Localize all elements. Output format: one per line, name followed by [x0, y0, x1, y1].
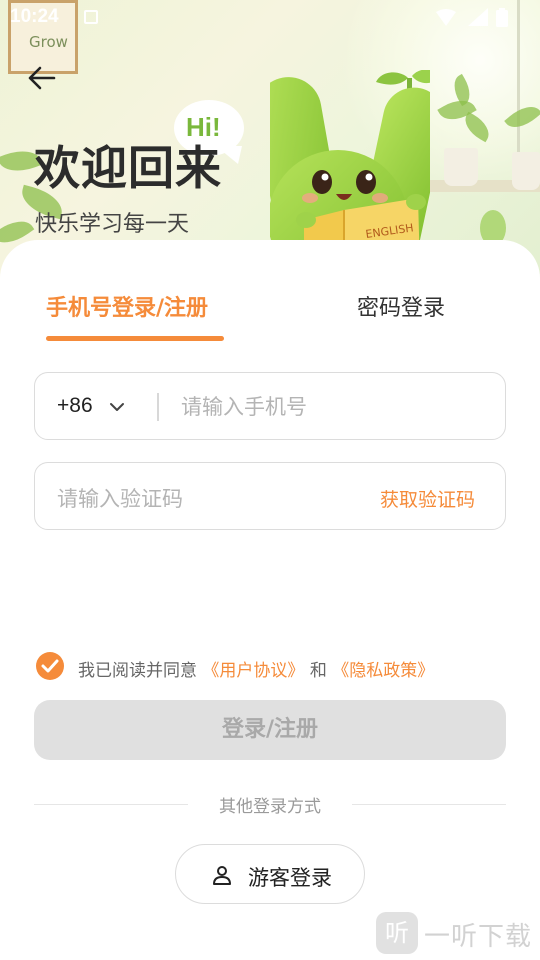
active-tab-indicator — [46, 336, 224, 341]
arrow-left-icon — [28, 66, 56, 90]
status-time: 10:24 — [10, 6, 59, 27]
status-icons — [436, 8, 508, 27]
back-button[interactable] — [24, 60, 60, 96]
agreement-prefix: 我已阅读并同意 — [78, 661, 197, 681]
get-code-button[interactable]: 获取验证码 — [380, 485, 475, 512]
watermark: 听 一听下载 — [376, 910, 536, 956]
login-register-button[interactable]: 登录/注册 — [34, 700, 506, 760]
field-divider — [157, 393, 159, 421]
status-bar: 10:24 — [0, 0, 540, 36]
welcome-subtitle: 快乐学习每一天 — [35, 212, 190, 237]
plant-pot — [512, 152, 540, 190]
guest-login-button[interactable]: 游客登录 — [175, 844, 365, 904]
phone-input[interactable] — [181, 391, 481, 423]
agreement-checkbox[interactable] — [36, 652, 64, 680]
tab-phone-login[interactable]: 手机号登录/注册 — [46, 290, 208, 322]
plant-pot — [444, 148, 478, 186]
verification-code-field: 获取验证码 — [34, 462, 506, 530]
login-card: 手机号登录/注册 密码登录 +86 获取验证码 我已阅读并同意 《用户协议》 和… — [0, 240, 540, 960]
person-icon — [213, 866, 231, 885]
privacy-policy-link[interactable]: 《隐私政策》 — [332, 661, 434, 681]
other-login-divider: 其他登录方式 — [34, 792, 506, 817]
chevron-down-icon[interactable] — [109, 399, 125, 415]
verification-code-input[interactable] — [57, 483, 357, 515]
divider-line-right — [352, 804, 506, 805]
tab-password-login[interactable]: 密码登录 — [357, 290, 445, 322]
agreement-text: 我已阅读并同意 《用户协议》 和 《隐私政策》 — [78, 656, 434, 681]
battery-icon — [496, 8, 508, 27]
signal-icon — [468, 8, 488, 26]
phone-field: +86 — [34, 372, 506, 440]
watermark-text: 一听下载 — [424, 922, 533, 952]
country-code-select[interactable]: +86 — [57, 394, 93, 418]
check-icon — [41, 659, 59, 673]
guest-login-label: 游客登录 — [248, 866, 332, 890]
user-agreement-link[interactable]: 《用户协议》 — [202, 661, 304, 681]
wifi-icon — [436, 9, 456, 26]
agreement-conjunction: 和 — [309, 661, 327, 681]
notification-icon — [84, 10, 98, 24]
welcome-title: 欢迎回来 — [34, 141, 222, 195]
watermark-logo: 听 — [376, 912, 418, 954]
